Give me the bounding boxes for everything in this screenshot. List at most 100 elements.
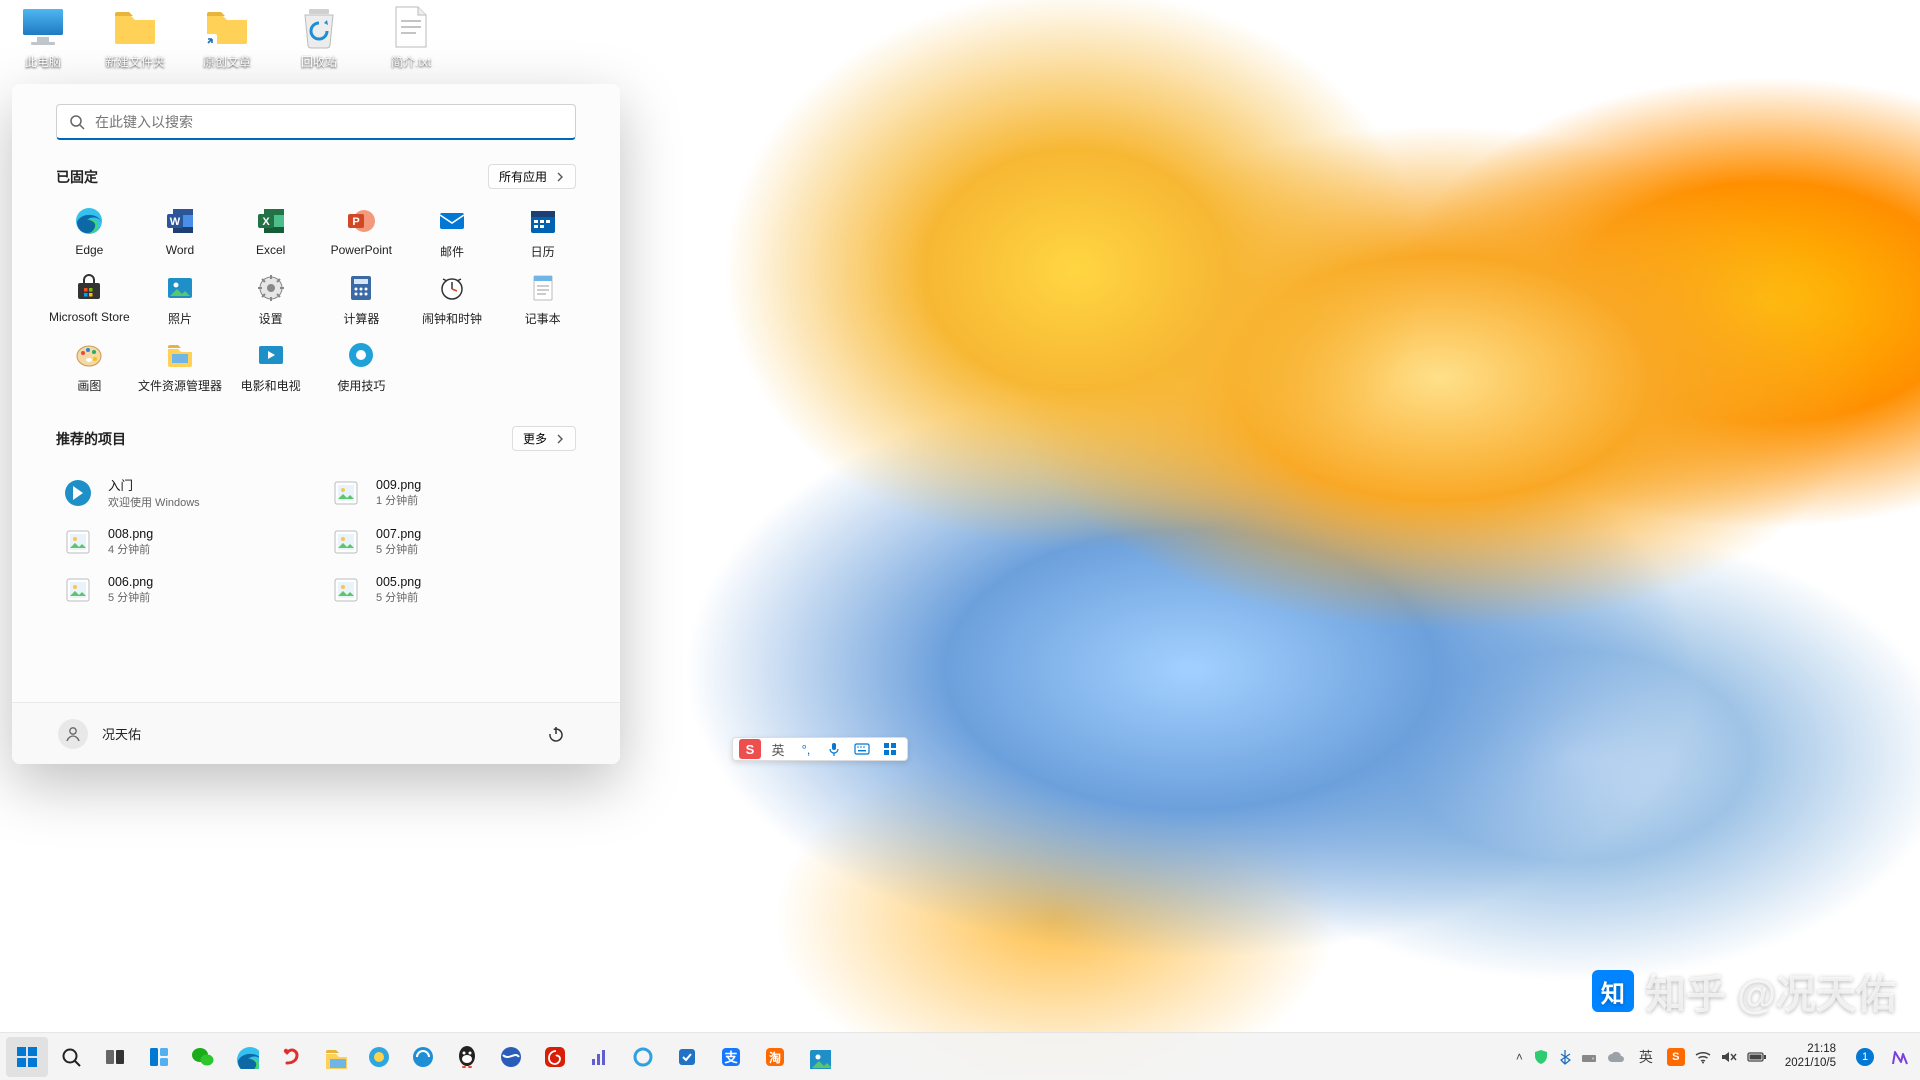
tray-ime-lang[interactable]: 英 <box>1635 1047 1657 1067</box>
tray-shield-icon[interactable] <box>1533 1049 1549 1065</box>
notification-badge[interactable]: 1 <box>1856 1048 1874 1066</box>
tray-battery-icon[interactable] <box>1747 1051 1767 1063</box>
app-label: Edge <box>75 243 103 257</box>
ime-sogou-icon[interactable]: S <box>739 739 761 759</box>
recommended-item[interactable]: 007.png5 分钟前 <box>324 520 576 564</box>
taskbar-netease-music[interactable] <box>534 1037 576 1077</box>
pinned-app-word[interactable]: WWord <box>135 201 226 264</box>
rec-subtitle: 4 分钟前 <box>108 541 153 557</box>
tray-chevron-icon[interactable]: ˄ <box>1516 1050 1523 1064</box>
pinned-app-calculator[interactable]: 计算器 <box>316 268 407 331</box>
tray-sogou-icon[interactable]: S <box>1667 1048 1685 1066</box>
calculator-icon <box>345 272 377 304</box>
ime-keyboard-icon[interactable] <box>851 739 873 759</box>
tray-bluetooth-icon[interactable] <box>1559 1049 1571 1065</box>
taskbar-tencent-browser[interactable] <box>402 1037 444 1077</box>
recommended-item[interactable]: 009.png1 分钟前 <box>324 469 576 516</box>
txt-file-icon <box>387 3 435 51</box>
pinned-app-store[interactable]: Microsoft Store <box>44 268 135 331</box>
start-search[interactable] <box>56 104 576 140</box>
taskbar-browser-360[interactable] <box>358 1037 400 1077</box>
recommended-title: 推荐的项目 <box>56 429 126 449</box>
app-label: PowerPoint <box>331 243 392 257</box>
desktop-icon-label: 原创文章 <box>203 53 251 70</box>
taskbar-todo[interactable] <box>666 1037 708 1077</box>
recommended-item[interactable]: 入门欢迎使用 Windows <box>56 469 308 516</box>
taskbar-widgets[interactable] <box>138 1037 180 1077</box>
taskbar-alipay[interactable]: 支 <box>710 1037 752 1077</box>
ime-toolbar[interactable]: S 英 °, <box>732 737 908 761</box>
rec-title: 005.png <box>376 575 421 589</box>
search-input[interactable] <box>95 114 563 130</box>
taskbar-wechat[interactable] <box>182 1037 224 1077</box>
desktop-icon-shortcut-folder[interactable]: 原创文章 <box>189 3 265 70</box>
taskbar-monitor[interactable] <box>578 1037 620 1077</box>
tray-cloud-icon[interactable] <box>1607 1051 1625 1063</box>
recommended-header: 推荐的项目 更多 <box>44 426 588 459</box>
image-icon <box>330 477 362 509</box>
desktop-icon-new-folder[interactable]: 新建文件夹 <box>97 3 173 70</box>
pinned-app-photos[interactable]: 照片 <box>135 268 226 331</box>
pinned-app-alarms[interactable]: 闹钟和时钟 <box>407 268 498 331</box>
pinned-app-tips[interactable]: 使用技巧 <box>316 335 407 398</box>
powerpoint-icon: P <box>345 205 377 237</box>
pinned-app-file-explorer[interactable]: 文件资源管理器 <box>135 335 226 398</box>
taskbar-start[interactable] <box>6 1037 48 1077</box>
recommended-item[interactable]: 006.png5 分钟前 <box>56 568 308 612</box>
user-name: 况天佑 <box>102 724 141 743</box>
mail-icon <box>436 205 468 237</box>
power-button[interactable] <box>538 716 574 752</box>
user-profile[interactable]: 况天佑 <box>58 719 141 749</box>
taskbar-cortana[interactable] <box>622 1037 664 1077</box>
ime-lang[interactable]: 英 <box>767 739 789 759</box>
pinned-app-notepad[interactable]: 记事本 <box>497 268 588 331</box>
notepad-icon <box>527 272 559 304</box>
clock-date: 2021/10/5 <box>1785 1057 1836 1071</box>
chevron-right-icon <box>555 434 565 444</box>
ime-punct-icon[interactable]: °, <box>795 739 817 759</box>
desktop-icon-txt-file[interactable]: 简介.txt <box>373 3 449 70</box>
pinned-app-movies-tv[interactable]: 电影和电视 <box>225 335 316 398</box>
folder-shortcut-icon <box>203 3 251 51</box>
paint-icon <box>73 339 105 371</box>
taskbar-clock[interactable]: 21:18 2021/10/5 <box>1777 1043 1844 1071</box>
taskbar-taobao[interactable]: 淘 <box>754 1037 796 1077</box>
pinned-app-paint[interactable]: 画图 <box>44 335 135 398</box>
ime-grid-icon[interactable] <box>879 739 901 759</box>
taskbar-edge[interactable] <box>226 1037 268 1077</box>
pinned-app-settings[interactable]: 设置 <box>225 268 316 331</box>
pinned-app-edge[interactable]: Edge <box>44 201 135 264</box>
alarms-icon <box>436 272 468 304</box>
copilot-icon[interactable] <box>1886 1043 1914 1071</box>
app-label: 设置 <box>259 310 283 327</box>
image-icon <box>330 526 362 558</box>
pinned-app-excel[interactable]: XExcel <box>225 201 316 264</box>
pinned-app-powerpoint[interactable]: P PowerPoint <box>316 201 407 264</box>
taskbar-browser-ball[interactable] <box>490 1037 532 1077</box>
tray-wifi-icon[interactable] <box>1695 1050 1711 1064</box>
desktop-icon-recycle-bin[interactable]: 回收站 <box>281 3 357 70</box>
recommended-item[interactable]: 008.png4 分钟前 <box>56 520 308 564</box>
recommended-item[interactable]: 005.png5 分钟前 <box>324 568 576 612</box>
taskbar-photos[interactable] <box>798 1037 840 1077</box>
pinned-app-calendar[interactable]: 日历 <box>497 201 588 264</box>
clock-time: 21:18 <box>1807 1043 1836 1057</box>
taskbar-sogou[interactable] <box>270 1037 312 1077</box>
taskbar-task-view[interactable] <box>94 1037 136 1077</box>
taskbar-qq[interactable] <box>446 1037 488 1077</box>
app-label: 闹钟和时钟 <box>422 310 482 327</box>
taskbar-file-explorer[interactable] <box>314 1037 356 1077</box>
image-icon <box>62 574 94 606</box>
excel-icon: X <box>255 205 287 237</box>
recommended-more-button[interactable]: 更多 <box>512 426 576 451</box>
pinned-app-mail[interactable]: 邮件 <box>407 201 498 264</box>
tray-drive-icon[interactable] <box>1581 1050 1597 1064</box>
ime-mic-icon[interactable] <box>823 739 845 759</box>
rec-title: 007.png <box>376 527 421 541</box>
app-label: 记事本 <box>525 310 561 327</box>
all-apps-button[interactable]: 所有应用 <box>488 164 576 189</box>
app-label: Microsoft Store <box>49 310 130 324</box>
tray-volume-muted-icon[interactable] <box>1721 1050 1737 1064</box>
desktop-icon-this-pc[interactable]: 此电脑 <box>5 3 81 70</box>
taskbar-search[interactable] <box>50 1037 92 1077</box>
